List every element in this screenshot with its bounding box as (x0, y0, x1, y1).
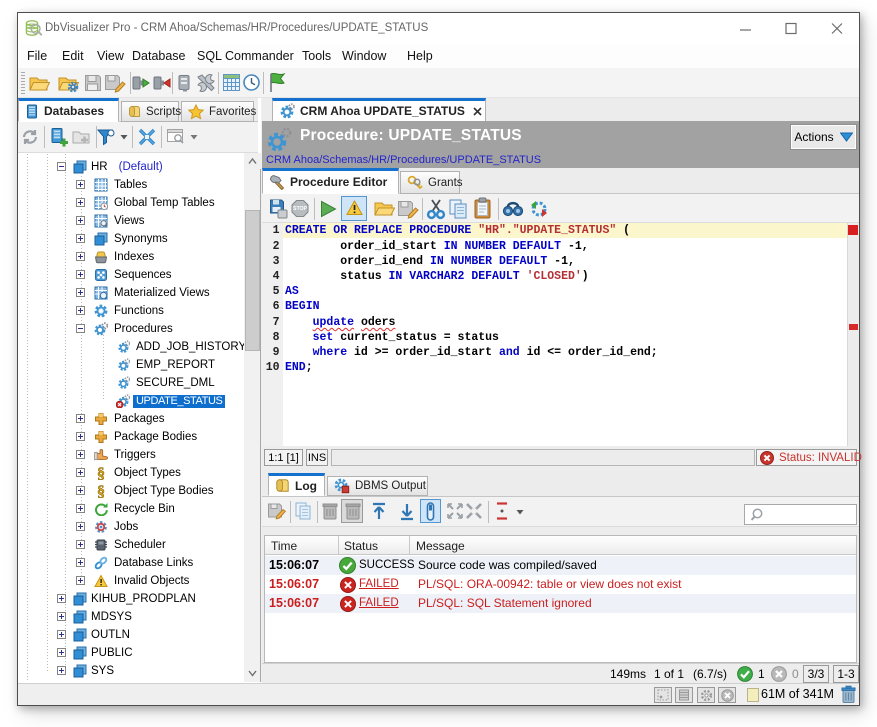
svg-text:STOP: STOP (293, 206, 308, 212)
